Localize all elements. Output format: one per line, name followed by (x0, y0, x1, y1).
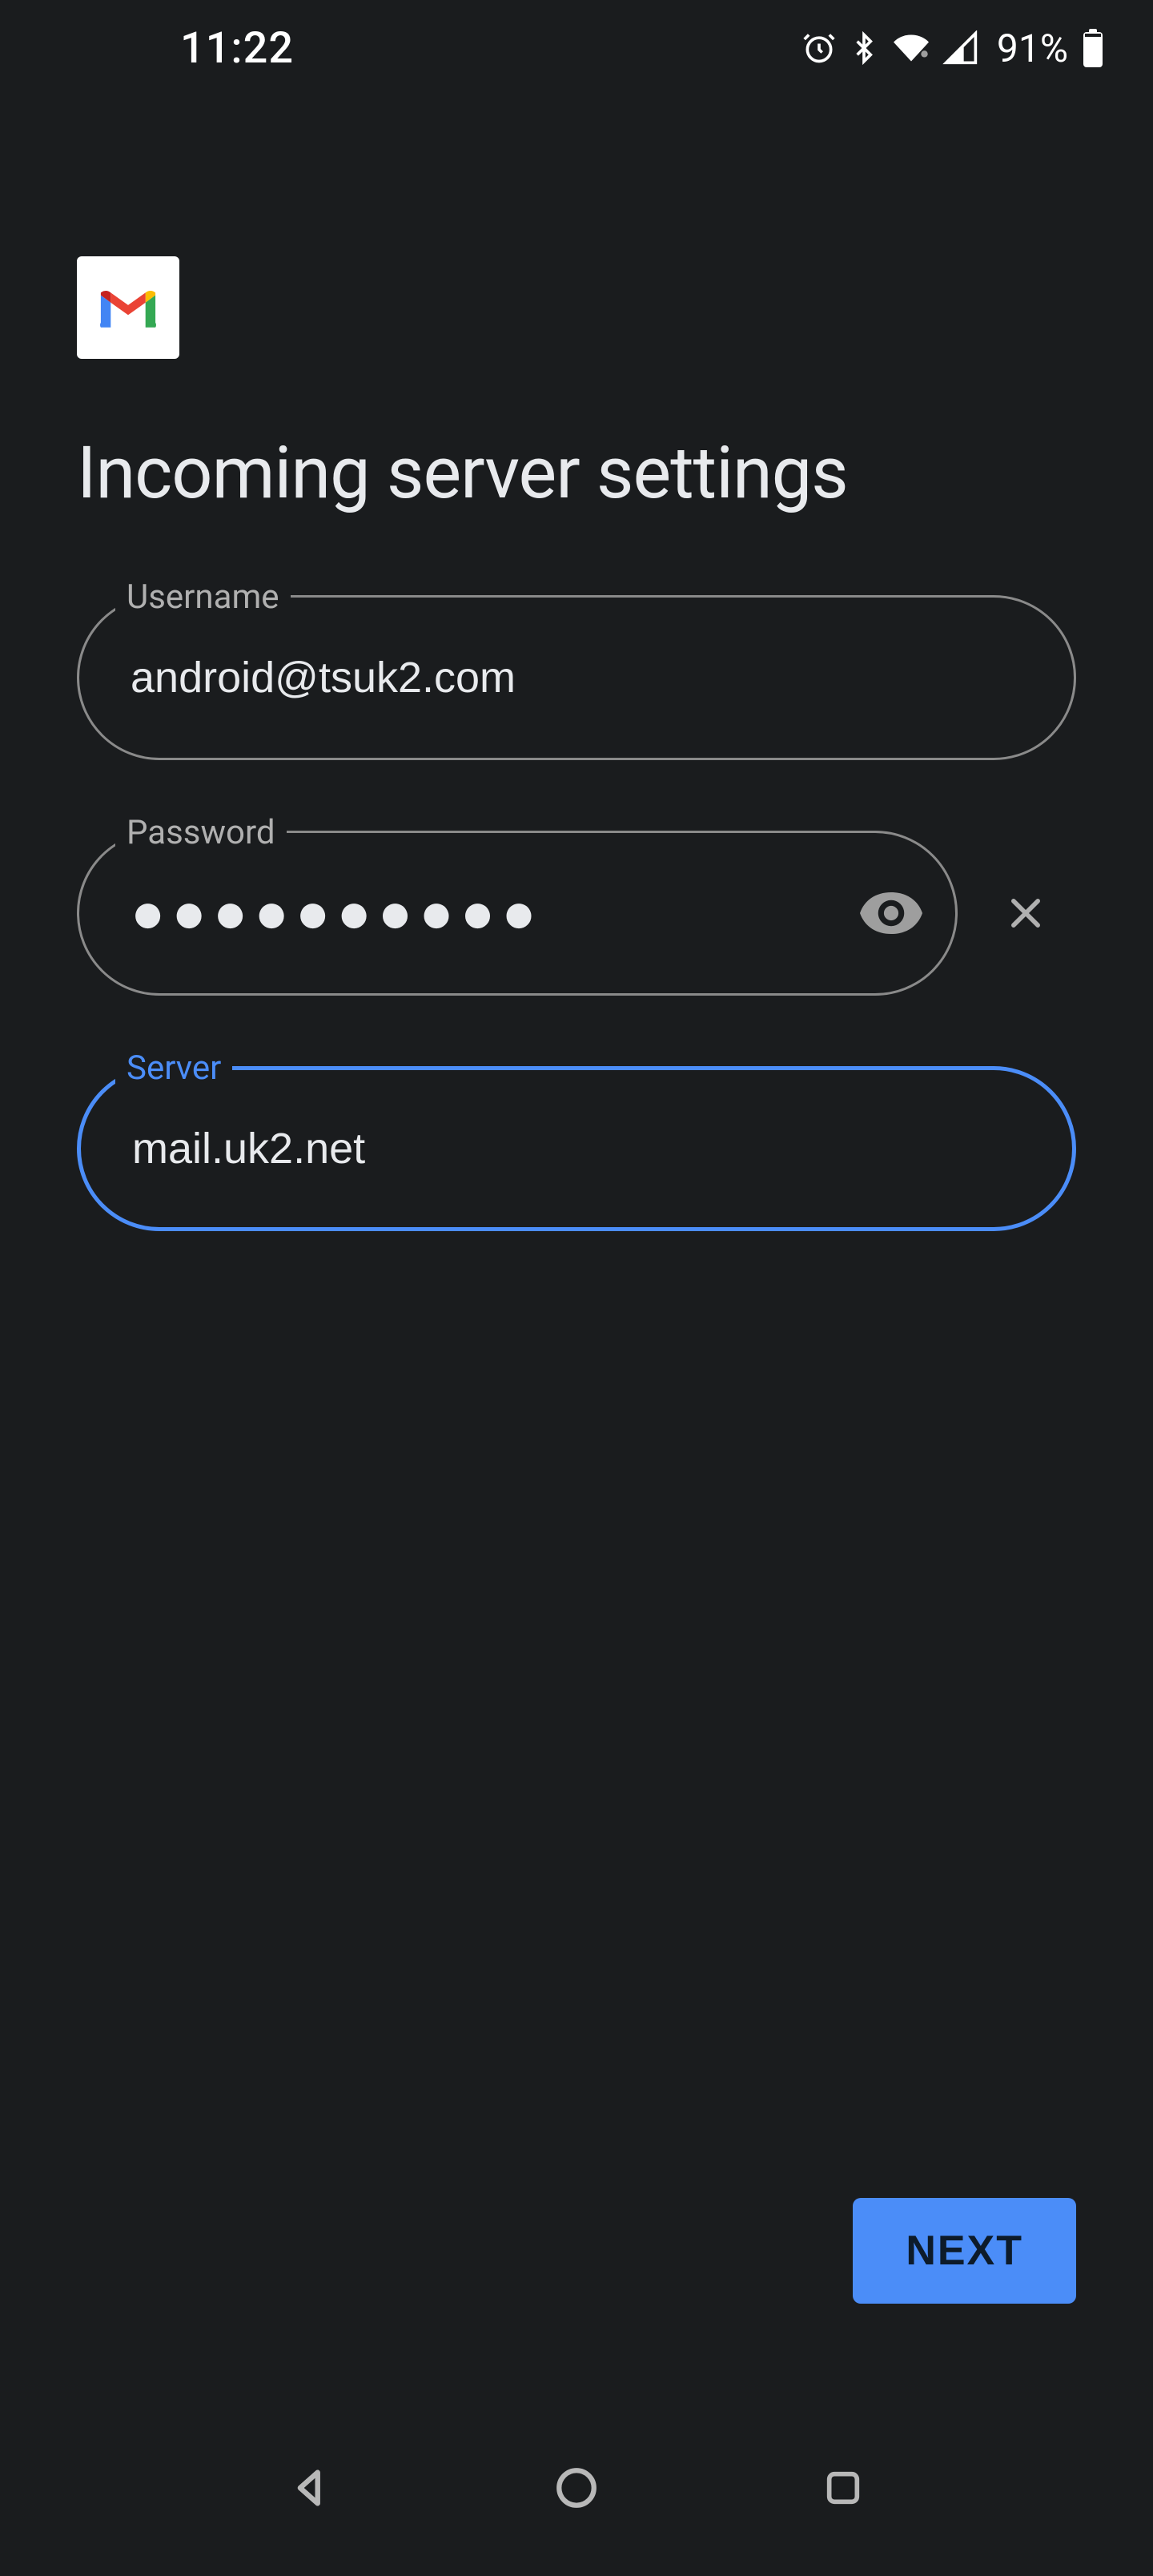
next-button[interactable]: NEXT (853, 2198, 1076, 2304)
home-icon[interactable] (544, 2456, 609, 2520)
status-time: 11:22 (180, 23, 294, 74)
show-password-icon[interactable] (860, 891, 922, 936)
content-area: Incoming server settings Username Passwo… (77, 256, 1076, 1302)
recents-icon[interactable] (811, 2456, 875, 2520)
username-input[interactable] (77, 595, 1076, 760)
username-field-wrap: Username (77, 595, 1076, 760)
status-bar: 11:22 (0, 0, 1153, 96)
password-field-wrap: Password (77, 831, 958, 996)
gmail-logo (77, 256, 179, 359)
cell-signal-icon (942, 30, 979, 66)
server-field-wrap: Server (77, 1066, 1076, 1231)
server-input[interactable] (77, 1066, 1076, 1231)
nav-bar (0, 2416, 1153, 2576)
server-label: Server (115, 1049, 232, 1088)
status-icons: 91% (801, 26, 1105, 71)
battery-icon (1081, 29, 1105, 67)
page-title: Incoming server settings (77, 431, 1076, 515)
password-input[interactable] (77, 831, 958, 996)
wifi-icon (891, 30, 931, 66)
username-label: Username (115, 578, 291, 617)
password-label: Password (115, 813, 287, 852)
alarm-icon (801, 30, 837, 66)
clear-password-icon[interactable] (998, 885, 1054, 941)
bluetooth-icon (848, 30, 880, 66)
battery-percent: 91% (997, 26, 1068, 71)
footer: NEXT (853, 2198, 1076, 2304)
back-icon[interactable] (278, 2456, 342, 2520)
